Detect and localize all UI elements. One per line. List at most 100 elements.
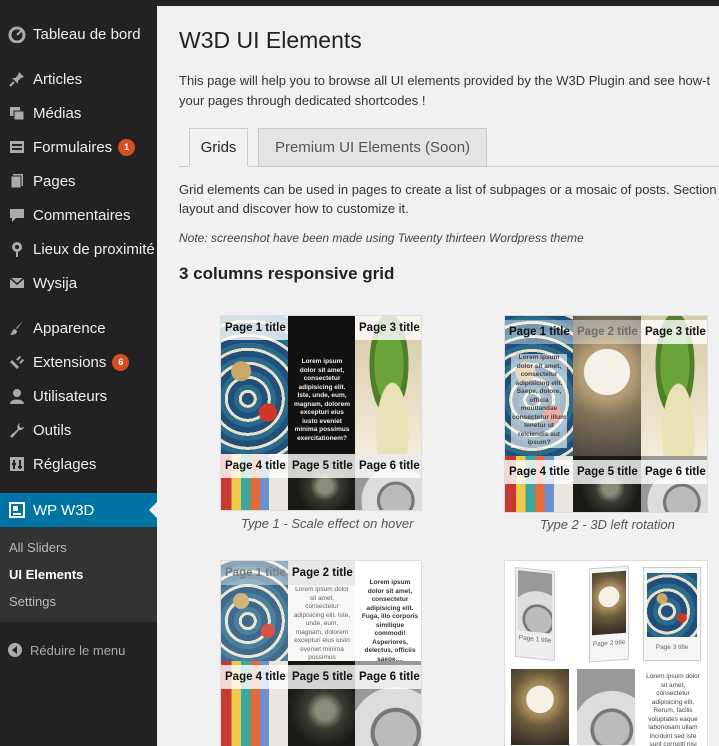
tab-premium-ui-elements[interactable]: Premium UI Elements (Soon): [258, 128, 487, 167]
collapse-menu-button[interactable]: Réduire le menu: [0, 638, 157, 662]
grid-cell-page3: Lorem ipsum dolor sit amet, consectetur …: [355, 561, 421, 661]
menu-item-reglages[interactable]: Réglages: [0, 447, 157, 481]
cell-title: Page 6 title: [355, 454, 421, 478]
grid-cell-page2: Page 2 title Lorem ipsum dolor sit amet,…: [288, 561, 355, 661]
tab-grids[interactable]: Grids: [189, 128, 248, 167]
grid-cell-page4: Page 4 title: [505, 456, 573, 512]
lorem-text: Lorem ipsum dolor sit amet, consectetur …: [294, 358, 350, 442]
collapse-label: Réduire le menu: [30, 642, 126, 658]
cell-title: Page 6 title: [641, 460, 707, 484]
grid-cell-page1: Page 1 title: [221, 561, 288, 661]
menu-label: Médias: [33, 104, 82, 122]
grid-cell-page1: Page 1 title Lorem ipsum dolor sit amet,…: [505, 316, 573, 456]
collapse-arrow-icon: [0, 642, 30, 658]
rotated-card-page1: Page 1 title: [515, 566, 555, 662]
submenu-settings[interactable]: Settings: [9, 594, 56, 609]
grid-cell-page6: Page 6 title: [641, 456, 707, 512]
page-title: W3D UI Elements: [179, 27, 362, 53]
grid-cell-page4: Page 4 title: [221, 661, 288, 746]
menu-item-utilisateurs[interactable]: Utilisateurs: [0, 379, 157, 413]
brush-icon: [0, 319, 33, 337]
grid-type2-caption: Type 2 - 3D left rotation: [540, 517, 675, 532]
admin-bar: [157, 0, 719, 6]
cell-title: Page 4 title: [221, 665, 288, 689]
card-label: Page 3 title: [655, 644, 689, 651]
menu-label: Articles: [33, 70, 83, 88]
grid-cell-page2-hover: Lorem ipsum dolor sit amet, consectetur …: [288, 316, 355, 454]
grid-type1-caption: Type 1 - Scale effect on hover: [241, 516, 414, 531]
menu-item-extensions[interactable]: Extensions 6: [0, 345, 157, 379]
w3d-submenu: All Sliders UI Elements Settings: [0, 527, 157, 622]
media-icon: [0, 104, 33, 122]
wrench-icon: [0, 421, 33, 439]
section-title: 3 columns responsive grid: [179, 264, 395, 283]
lorem-text: Lorem ipsum dolor sit amet, consectetur …: [511, 354, 567, 448]
menu-label: Utilisateurs: [33, 387, 108, 405]
grid-cell-page6: Page 6 title: [355, 661, 421, 746]
menu-label: WP W3D: [33, 501, 95, 519]
grid-cell-page3: Page 3 title: [355, 316, 421, 454]
cell-title: Page 2 title: [288, 561, 355, 585]
pin-icon: [0, 70, 33, 88]
menu-label: Réglages: [33, 455, 97, 473]
cell-title: Page 5 title: [288, 454, 355, 478]
plugin-icon: [0, 353, 33, 371]
card-label: Page 1 title: [518, 634, 552, 645]
lorem-text: Lorem ipsum dolor sit amet, consectetur …: [361, 579, 419, 661]
menu-item-medias[interactable]: Médias: [0, 96, 157, 130]
grid-type3-preview[interactable]: Page 1 title Page 2 title Lorem ipsum do…: [220, 560, 422, 746]
lorem-text: Lorem ipsum dolor sit amet, consectetur …: [293, 586, 351, 661]
submenu-all-sliders[interactable]: All Sliders: [9, 540, 67, 555]
grid-type4-preview[interactable]: Page 1 title Page 2 title Page 3 title L…: [504, 560, 708, 746]
card-label: Page 2 title: [592, 638, 626, 649]
update-count-badge: 1: [118, 138, 136, 156]
menu-label: Formulaires: [33, 138, 113, 156]
grid-cell-page5: Page 5 title: [573, 456, 641, 512]
card-image: [518, 570, 552, 634]
rotated-card-page2: Page 2 title: [589, 565, 629, 663]
cell-title: Page 1 title: [221, 316, 288, 340]
menu-item-commentaires[interactable]: Commentaires: [0, 198, 157, 232]
cell-title: Page 3 title: [641, 320, 707, 344]
grid-cell-page4: Page 4 title: [221, 454, 288, 510]
mail-icon: [0, 274, 33, 292]
lorem-text: Lorem ipsum dolor sit amet, consectetur …: [646, 673, 700, 746]
grid-description-line2: layout and discover how to customize it.: [179, 201, 409, 216]
menu-item-articles[interactable]: Articles: [0, 62, 157, 96]
update-count-badge: 6: [112, 353, 130, 371]
grid-cell-page5: Page 5 title: [288, 454, 355, 510]
cell-title: Page 1 title: [221, 561, 288, 585]
menu-item-wysija[interactable]: Wysija: [0, 266, 157, 300]
card-page3: Page 3 title: [643, 567, 701, 661]
cell-title: Page 3 title: [355, 316, 421, 340]
card-page4-image: [511, 669, 569, 745]
grid-cell-page2: Page 2 title: [573, 316, 641, 456]
menu-label: Lieux de proximité: [33, 240, 155, 258]
menu-item-formulaires[interactable]: Formulaires 1: [0, 130, 157, 164]
menu-label: Pages: [33, 172, 76, 190]
card-page6-text: Lorem ipsum dolor sit amet, consectetur …: [643, 669, 703, 746]
menu-label: Tableau de bord: [33, 25, 141, 43]
admin-sidebar: Tableau de bord Articles Médias Formulai…: [0, 0, 157, 746]
cell-title: Page 5 title: [573, 460, 641, 484]
card-image: [647, 573, 697, 637]
grid-cell-page3: Page 3 title: [641, 316, 707, 456]
menu-item-dashboard[interactable]: Tableau de bord: [0, 17, 157, 51]
grid-type1-preview[interactable]: Page 1 title Lorem ipsum dolor sit amet,…: [220, 315, 422, 511]
grid-cell-page5: Page 5 title: [288, 661, 355, 746]
grid-type2-preview[interactable]: Page 1 title Lorem ipsum dolor sit amet,…: [504, 315, 708, 513]
menu-item-outils[interactable]: Outils: [0, 413, 157, 447]
settings-icon: [0, 455, 33, 473]
menu-item-lieux[interactable]: Lieux de proximité: [0, 232, 157, 266]
grid-cell-page6: Page 6 title: [355, 454, 421, 510]
location-icon: [0, 240, 33, 258]
menu-item-pages[interactable]: Pages: [0, 164, 157, 198]
menu-item-wp-w3d[interactable]: WP W3D: [0, 493, 157, 527]
menu-item-apparence[interactable]: Apparence: [0, 311, 157, 345]
cell-title: Page 4 title: [221, 454, 288, 478]
cell-title: Page 4 title: [505, 460, 573, 484]
menu-label: Apparence: [33, 319, 106, 337]
user-icon: [0, 387, 33, 405]
submenu-ui-elements[interactable]: UI Elements: [9, 567, 83, 582]
cell-title: Page 5 title: [288, 665, 355, 689]
